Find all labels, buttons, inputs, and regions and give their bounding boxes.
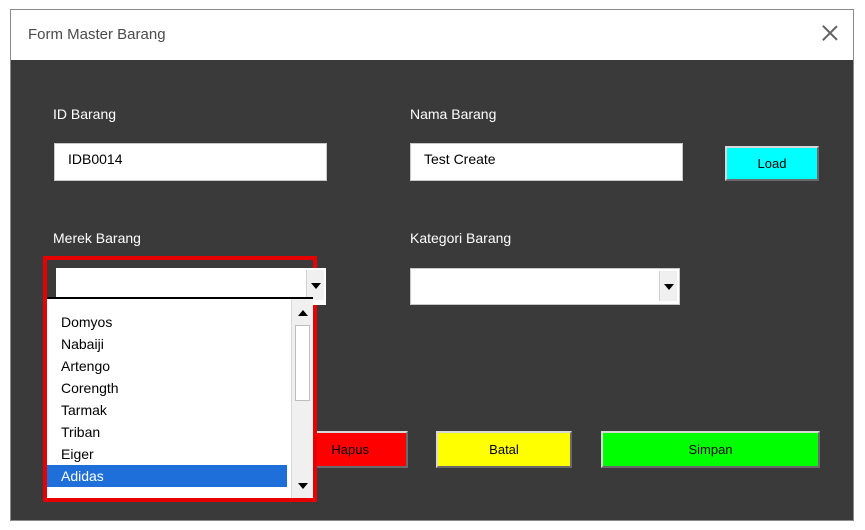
merek-barang-label: Merek Barang — [53, 230, 141, 246]
batal-button[interactable]: Batal — [436, 431, 572, 468]
kategori-barang-label: Kategori Barang — [410, 230, 512, 246]
scroll-thumb[interactable] — [295, 325, 310, 401]
list-item[interactable]: Corength — [47, 377, 287, 399]
id-barang-input[interactable]: IDB0014 — [54, 143, 327, 181]
list-item[interactable]: Nabaiji — [47, 333, 287, 355]
kategori-barang-combobox[interactable] — [410, 268, 680, 305]
hapus-button[interactable]: Hapus — [302, 431, 408, 468]
chevron-down-icon — [664, 284, 674, 290]
arrow-down-icon — [298, 483, 308, 489]
hapus-button-label: Hapus — [331, 442, 369, 457]
load-button[interactable]: Load — [725, 146, 819, 181]
list-item[interactable]: Eiger — [47, 443, 287, 465]
nama-barang-label: Nama Barang — [410, 106, 497, 122]
list-item[interactable]: Artengo — [47, 355, 287, 377]
kategori-dropdown-button[interactable] — [659, 271, 677, 301]
title-bar: Form Master Barang — [11, 10, 853, 60]
scroll-up-button[interactable] — [294, 301, 312, 321]
id-barang-label: ID Barang — [53, 106, 117, 122]
load-button-label: Load — [757, 156, 787, 171]
simpan-button-label: Simpan — [688, 442, 733, 457]
merek-dropdown-list: Domyos Nabaiji Artengo Corength Tarmak T… — [47, 297, 313, 498]
simpan-button[interactable]: Simpan — [601, 431, 820, 468]
merek-dropdown-button[interactable] — [306, 270, 324, 300]
list-item[interactable]: Tarmak — [47, 399, 287, 421]
window-title: Form Master Barang — [28, 26, 166, 43]
scroll-down-button[interactable] — [294, 476, 312, 496]
chevron-down-icon — [311, 283, 321, 289]
list-item[interactable]: Domyos — [47, 311, 287, 333]
close-icon[interactable] — [817, 20, 843, 46]
list-scrollbar[interactable] — [291, 299, 313, 498]
nama-barang-input[interactable]: Test Create — [410, 143, 683, 181]
list-item-selected[interactable]: Adidas — [47, 465, 287, 487]
arrow-up-icon — [298, 310, 308, 316]
list-item[interactable]: Triban — [47, 421, 287, 443]
batal-button-label: Batal — [489, 442, 519, 457]
